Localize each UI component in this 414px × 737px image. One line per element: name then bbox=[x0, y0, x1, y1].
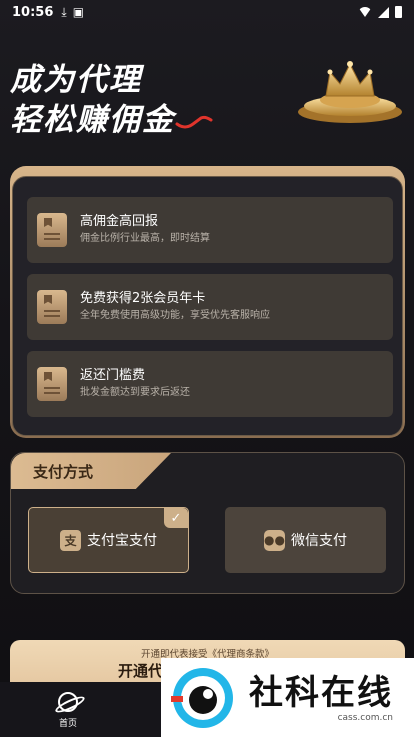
alipay-label: 支付宝支付 bbox=[87, 533, 157, 549]
alipay-button[interactable]: 支 支付宝支付 ✓ bbox=[28, 507, 189, 573]
wifi-icon bbox=[358, 7, 372, 17]
download-icon: ⤓ bbox=[61, 4, 67, 19]
battery-icon bbox=[395, 6, 402, 18]
status-bar: 10:56 ⤓ ▣ bbox=[0, 0, 414, 24]
hero-title: 成为代理 轻松赚佣金 bbox=[10, 60, 175, 140]
watermark-url: cass.com.cn bbox=[337, 712, 393, 723]
signal-icon bbox=[378, 6, 389, 18]
wechat-pay-button[interactable]: ●● 微信支付 bbox=[225, 507, 386, 573]
status-time: 10:56 bbox=[12, 4, 54, 20]
planet-icon bbox=[58, 692, 78, 712]
benefits-panel: 高佣金高回报 佣金比例行业最高，即时结算 免费获得2张会员年卡 全年免费使用高级… bbox=[10, 166, 405, 438]
eye-logo-icon bbox=[171, 667, 233, 728]
tab-home-label: 首页 bbox=[58, 719, 77, 729]
alipay-icon: 支 bbox=[60, 529, 81, 551]
checkmark-scribble-icon bbox=[175, 115, 213, 129]
payment-header: 支付方式 bbox=[11, 453, 171, 489]
watermark-title: 社科在线 bbox=[249, 672, 393, 713]
crown-icon bbox=[298, 61, 402, 123]
benefits-panel-inner: 高佣金高回报 佣金比例行业最高，即时结算 免费获得2张会员年卡 全年免费使用高级… bbox=[12, 176, 403, 436]
benefit-item: 返还门槛费 批发金额达到要求后返还 bbox=[27, 351, 393, 417]
hero-line-2: 轻松赚佣金 bbox=[10, 102, 175, 138]
payment-header-label: 支付方式 bbox=[33, 462, 94, 481]
benefit-title: 返还门槛费 bbox=[80, 368, 146, 383]
bookmark-icon bbox=[37, 367, 67, 401]
wechat-label: 微信支付 bbox=[291, 533, 347, 549]
bookmark-icon bbox=[37, 290, 67, 324]
check-icon: ✓ bbox=[164, 508, 188, 528]
benefit-item: 免费获得2张会员年卡 全年免费使用高级功能，享受优先客服响应 bbox=[27, 274, 393, 340]
a-icon: ▣ bbox=[72, 5, 85, 19]
tab-home[interactable]: 首页 bbox=[48, 692, 88, 729]
open-agent-button[interactable]: 开通代 bbox=[118, 660, 163, 681]
watermark: 社科在线 cass.com.cn bbox=[161, 658, 414, 737]
wechat-icon: ●● bbox=[264, 529, 285, 551]
hero-line-1: 成为代理 bbox=[10, 62, 142, 98]
benefit-item: 高佣金高回报 佣金比例行业最高，即时结算 bbox=[27, 197, 393, 263]
benefit-desc: 全年免费使用高级功能，享受优先客服响应 bbox=[80, 310, 270, 321]
benefit-desc: 批发金额达到要求后返还 bbox=[80, 387, 190, 398]
payment-panel: 支付方式 支 支付宝支付 ✓ ●● 微信支付 bbox=[10, 452, 405, 594]
bookmark-icon bbox=[37, 213, 67, 247]
benefit-desc: 佣金比例行业最高，即时结算 bbox=[80, 233, 210, 244]
benefit-title: 高佣金高回报 bbox=[80, 214, 159, 229]
benefit-title: 免费获得2张会员年卡 bbox=[80, 291, 206, 306]
